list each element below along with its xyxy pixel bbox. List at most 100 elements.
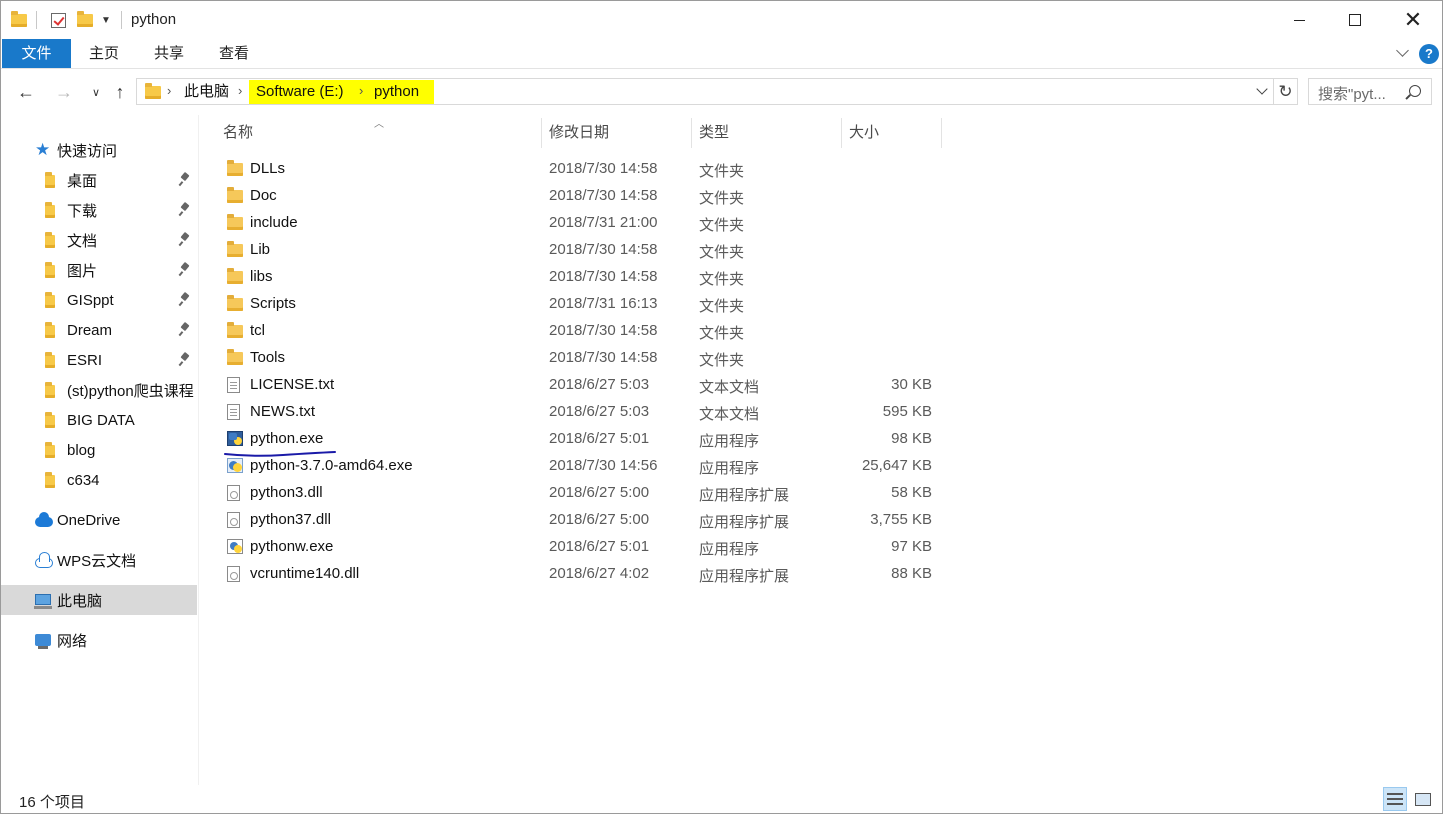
file-row[interactable]: NEWS.txt 2018/6/27 5:03 文本文档 595 KB bbox=[221, 399, 941, 426]
file-date: 2018/7/31 16:13 bbox=[549, 295, 658, 312]
sidebar-item[interactable]: ★ 快速访问 bbox=[1, 135, 197, 165]
folder-icon bbox=[227, 268, 243, 285]
dll-file-icon bbox=[227, 512, 243, 528]
folder-icon bbox=[227, 160, 243, 177]
breadcrumb-this-pc[interactable]: 此电脑 bbox=[182, 82, 231, 102]
refresh-icon[interactable]: ↻ bbox=[1274, 78, 1298, 105]
file-date: 2018/6/27 4:02 bbox=[549, 565, 650, 582]
file-date: 2018/7/30 14:58 bbox=[549, 187, 658, 204]
sidebar-item[interactable]: blog bbox=[1, 435, 197, 465]
breadcrumb-python[interactable]: python bbox=[372, 82, 421, 102]
pythonw-exe-icon bbox=[227, 539, 243, 555]
expand-ribbon-chevron-icon[interactable] bbox=[1395, 45, 1411, 61]
column-header-size[interactable]: 大小 bbox=[849, 118, 879, 148]
search-icon bbox=[1409, 85, 1421, 97]
breadcrumb-drive[interactable]: Software (E:) bbox=[254, 82, 346, 102]
onedrive-cloud-icon bbox=[35, 512, 53, 528]
file-name: Scripts bbox=[250, 295, 296, 312]
sidebar-item[interactable]: 桌面 bbox=[1, 165, 197, 195]
file-row[interactable]: libs 2018/7/30 14:58 文件夹 bbox=[221, 264, 941, 291]
sidebar-item[interactable]: 文档 bbox=[1, 225, 197, 255]
file-row[interactable]: Tools 2018/7/30 14:58 文件夹 bbox=[221, 345, 941, 372]
up-arrow-icon[interactable]: ↑ bbox=[108, 80, 132, 104]
customize-toolbar-chevron-icon[interactable]: ▼ bbox=[101, 10, 111, 30]
file-size: 97 KB bbox=[891, 538, 932, 555]
new-folder-icon[interactable] bbox=[77, 10, 93, 30]
desktop-folder-icon bbox=[45, 172, 61, 188]
forward-arrow-icon[interactable]: → bbox=[52, 80, 76, 104]
breadcrumb-chevron-icon[interactable]: › bbox=[167, 83, 171, 98]
file-row[interactable]: vcruntime140.dll 2018/6/27 4:02 应用程序扩展 88 K… bbox=[221, 561, 941, 588]
file-date: 2018/7/31 21:00 bbox=[549, 214, 658, 231]
column-header-date[interactable]: 修改日期 bbox=[549, 118, 609, 148]
file-size: 58 KB bbox=[891, 484, 932, 501]
details-view-button[interactable] bbox=[1383, 787, 1407, 811]
sidebar-item-label: 网络 bbox=[57, 632, 88, 650]
column-header-name[interactable]: 名称 bbox=[223, 118, 253, 148]
file-row[interactable]: python3.dll 2018/6/27 5:00 应用程序扩展 58 KB bbox=[221, 480, 941, 507]
file-row[interactable]: pythonw.exe 2018/6/27 5:01 应用程序 97 KB bbox=[221, 534, 941, 561]
sidebar-item[interactable]: 网络 bbox=[1, 625, 197, 655]
file-type: 应用程序扩展 bbox=[699, 514, 790, 531]
pin-icon bbox=[179, 293, 191, 307]
sidebar-item[interactable]: BIG DATA bbox=[1, 405, 197, 435]
column-divider[interactable] bbox=[541, 118, 542, 148]
file-row[interactable]: LICENSE.txt 2018/6/27 5:03 文本文档 30 KB bbox=[221, 372, 941, 399]
breadcrumb-chevron-icon[interactable]: › bbox=[238, 83, 242, 98]
file-name: tcl bbox=[250, 322, 265, 339]
file-row[interactable]: python.exe 2018/6/27 5:01 应用程序 98 KB bbox=[221, 426, 941, 453]
column-header-type[interactable]: 类型 bbox=[699, 118, 729, 148]
tab-home[interactable]: 主页 bbox=[79, 39, 129, 68]
tab-share[interactable]: 共享 bbox=[144, 39, 194, 68]
sidebar-item[interactable]: OneDrive bbox=[1, 505, 197, 535]
file-row[interactable]: python37.dll 2018/6/27 5:00 应用程序扩展 3,755 KB bbox=[221, 507, 941, 534]
sidebar-item[interactable]: WPS云文档 bbox=[1, 545, 197, 575]
file-type: 应用程序扩展 bbox=[699, 487, 790, 504]
download-folder-icon bbox=[45, 202, 61, 218]
file-date: 2018/7/30 14:58 bbox=[549, 160, 658, 177]
breadcrumb-chevron-icon[interactable]: › bbox=[359, 83, 363, 98]
sidebar-item[interactable]: 此电脑 bbox=[1, 585, 197, 615]
file-type: 文件夹 bbox=[699, 163, 745, 180]
sidebar-item[interactable]: ESRI bbox=[1, 345, 197, 375]
sidebar-item[interactable]: c634 bbox=[1, 465, 197, 495]
column-divider[interactable] bbox=[941, 118, 942, 148]
tab-file[interactable]: 文件 bbox=[2, 39, 71, 68]
pin-icon bbox=[179, 353, 191, 367]
file-row[interactable]: Doc 2018/7/30 14:58 文件夹 bbox=[221, 183, 941, 210]
file-name: python37.dll bbox=[250, 511, 331, 528]
close-button[interactable]: ✕ bbox=[1385, 1, 1441, 39]
back-arrow-icon[interactable]: ← bbox=[14, 80, 38, 104]
folder-icon bbox=[45, 352, 61, 368]
search-input[interactable]: 搜索"pyt... bbox=[1308, 78, 1432, 105]
file-date: 2018/6/27 5:01 bbox=[549, 430, 650, 447]
status-bar: 16 个项目 bbox=[1, 785, 1442, 813]
file-row[interactable]: Lib 2018/7/30 14:58 文件夹 bbox=[221, 237, 941, 264]
help-icon[interactable]: ? bbox=[1419, 44, 1439, 64]
file-row[interactable]: include 2018/7/31 21:00 文件夹 bbox=[221, 210, 941, 237]
maximize-button[interactable] bbox=[1327, 1, 1383, 39]
sidebar-item-label: GISppt bbox=[67, 291, 114, 309]
file-name: pythonw.exe bbox=[250, 538, 334, 555]
file-row[interactable]: DLLs 2018/7/30 14:58 文件夹 bbox=[221, 156, 941, 183]
sidebar-item[interactable]: Dream bbox=[1, 315, 197, 345]
file-name: python-3.7.0-amd64.exe bbox=[250, 457, 413, 474]
sidebar-item[interactable]: (st)python爬虫课程 bbox=[1, 375, 197, 405]
properties-icon[interactable] bbox=[51, 10, 66, 30]
sidebar-item[interactable]: GISppt bbox=[1, 285, 197, 315]
dll-file-icon bbox=[227, 485, 243, 501]
recent-locations-chevron-icon[interactable]: ∨ bbox=[84, 80, 108, 104]
address-dropdown-chevron-icon[interactable] bbox=[1257, 86, 1267, 96]
large-icons-view-button[interactable] bbox=[1411, 787, 1435, 811]
minimize-button[interactable] bbox=[1271, 1, 1327, 39]
sidebar-item[interactable]: 图片 bbox=[1, 255, 197, 285]
sidebar-item-label: 下载 bbox=[67, 202, 98, 220]
column-divider[interactable] bbox=[841, 118, 842, 148]
column-divider[interactable] bbox=[691, 118, 692, 148]
sidebar-item[interactable]: 下载 bbox=[1, 195, 197, 225]
address-bar[interactable]: › 此电脑 › Software (E:) › python bbox=[136, 78, 1274, 105]
file-row[interactable]: tcl 2018/7/30 14:58 文件夹 bbox=[221, 318, 941, 345]
file-row[interactable]: Scripts 2018/7/31 16:13 文件夹 bbox=[221, 291, 941, 318]
file-date: 2018/7/30 14:58 bbox=[549, 349, 658, 366]
tab-view[interactable]: 查看 bbox=[209, 39, 259, 68]
